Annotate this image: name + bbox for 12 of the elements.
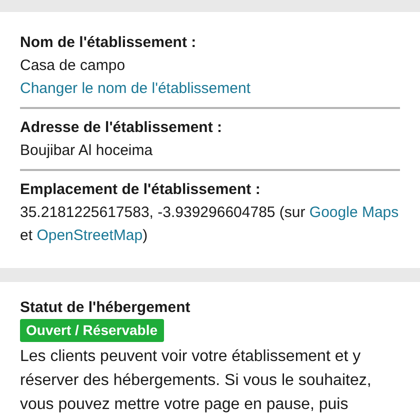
field-value: Casa de campo [20,56,126,76]
field-label: Emplacement de l'établissement : [20,180,262,200]
field-value: Boujibar Al hoceima [20,141,154,161]
rename-link[interactable]: Changer le nom de l'établissement [20,77,250,100]
field-label: Nom de l'établissement : [20,33,198,53]
map-link[interactable]: Google Maps [309,204,399,221]
status-title: Statut de l'hébergement [20,298,192,318]
field-label: Adresse de l'établissement : [20,118,223,138]
status-description: Les clients peuvent voir votre établissement et y réserver des hébergements. Si vous le souhaitez, vous pouvez mettre votre page en pause, puis [20,347,372,415]
status-badge: Ouvert / Réservable [20,319,164,342]
map-link[interactable]: OpenStreetMap [36,227,143,244]
field-value: 35.2181225617583, -3.939296604785 (sur Google Maps et OpenStreetMap) [20,203,400,246]
